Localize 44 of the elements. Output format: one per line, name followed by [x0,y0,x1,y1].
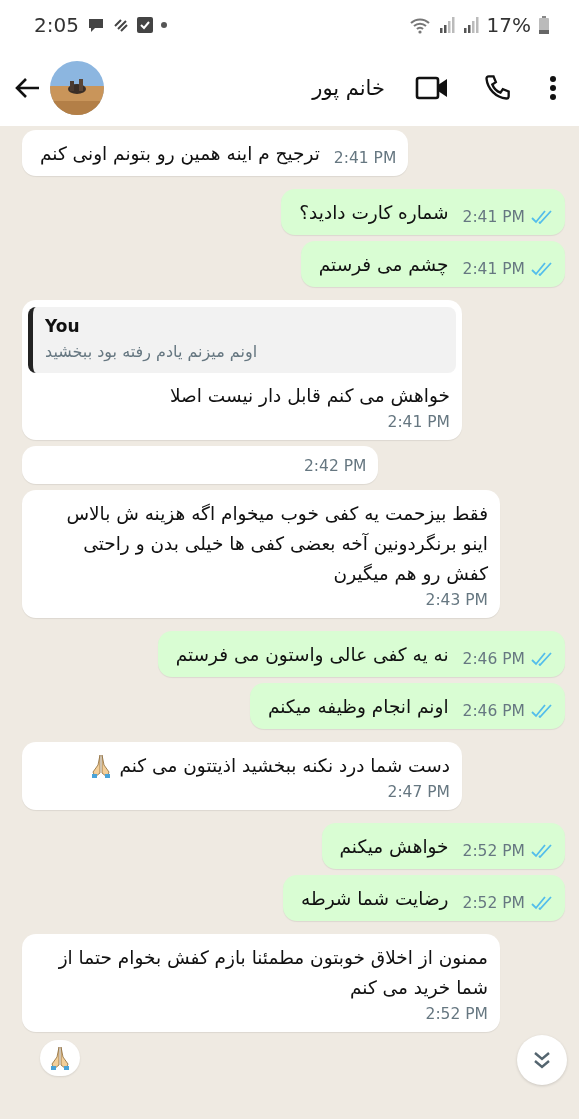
message-text: چشم می فرستم [318,253,449,278]
message-text: خواهش می کنم قابل دار نیست اصلا [168,384,450,409]
message-time: 2:43 PM [425,590,488,611]
praying-hands-icon [48,1045,72,1071]
message-text: دست شما درد نکنه ببخشید اذیتتون می کنم [119,754,450,779]
message-text: رضایت شما شرطه [301,887,449,912]
message-time: 2:41 PM [387,412,450,433]
message-text: شماره کارت دادید؟ [299,201,449,226]
reaction-badge[interactable] [40,1040,80,1076]
dot-icon [160,22,167,28]
phone-icon [483,74,511,102]
message-time: 2:46 PM [462,649,525,670]
more-options-icon [549,75,557,101]
message-text: ترجیح م اینه همین رو بتونم اونی کنم [40,142,320,167]
checkbox-icon [136,17,153,33]
battery-icon [539,16,549,34]
message-time: 2:42 PM [304,456,367,477]
wifi-icon [408,16,431,34]
back-arrow-icon [14,77,40,99]
message-text: خواهش میکنم [339,835,449,860]
message-text: فقط بیزحمت یه کفی خوب میخوام اگه هزینه ش بالاس اینو برنگردونین آخه بعضی کفی ها خیلی بدن و راحتی کفش رو هم میگیرن [65,502,488,587]
message-time: 2:41 PM [333,148,397,169]
signal-icon [438,17,455,33]
scroll-down-button[interactable] [517,1035,567,1085]
chat-bubble-icon [86,17,105,33]
video-camera-icon [415,76,449,100]
message-time: 2:41 PM [462,259,525,280]
message-time: 2:46 PM [462,701,525,722]
message-text: ممنون از اخلاق خوبتون مطمئنا بازم کفش بخوام حتما از شما خرید می کنم [57,946,488,1001]
contact-name[interactable]: خانم پور [108,76,405,100]
signal-slash-icon [112,18,129,32]
signal-icon [462,17,479,33]
message-time: 2:52 PM [425,1004,488,1025]
message-time: 2:47 PM [387,782,450,803]
battery-percent: 17% [486,13,531,37]
message-text: نه یه کفی عالی واستون می فرستم [175,643,449,668]
message-time: 2:52 PM [462,841,525,862]
message-text: اونم انجام وظیفه میکنم [267,695,449,720]
clock-time: 2:05 [34,13,79,37]
message-time: 2:41 PM [462,207,525,228]
message-time: 2:52 PM [462,893,525,914]
quote-author: You [45,315,81,338]
quote-text: اونم میزنم یادم رفته بود ببخشید [45,341,259,364]
double-chevron-down-icon [532,1050,552,1070]
